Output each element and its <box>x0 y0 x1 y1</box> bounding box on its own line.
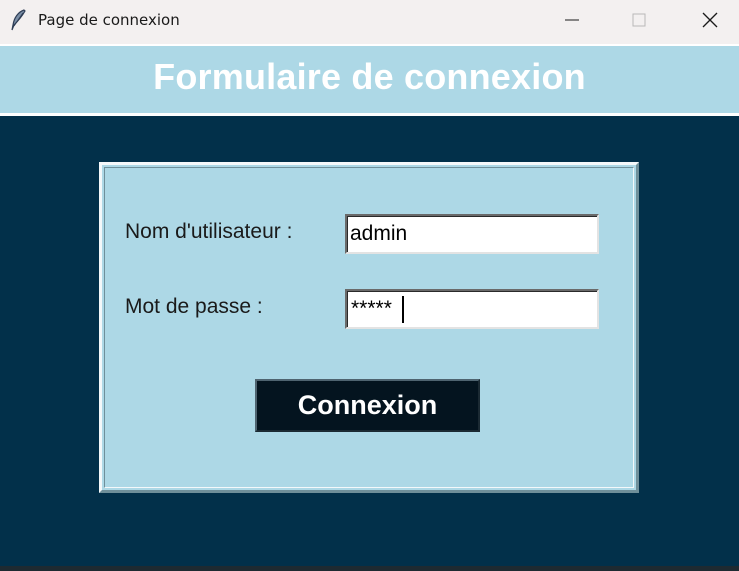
text-cursor <box>402 296 404 323</box>
minimize-icon <box>565 13 579 27</box>
window-bottom-edge <box>0 566 739 571</box>
feather-icon <box>8 8 30 32</box>
password-input[interactable] <box>345 289 599 329</box>
maximize-icon <box>632 13 646 27</box>
login-button[interactable]: Connexion <box>255 379 480 432</box>
close-button[interactable] <box>685 0 735 40</box>
username-label: Nom d'utilisateur : <box>125 220 293 243</box>
minimize-button[interactable] <box>547 0 597 40</box>
title-bar[interactable]: Page de connexion <box>0 0 739 44</box>
password-label: Mot de passe : <box>125 295 263 318</box>
page-title: Formulaire de connexion <box>153 55 586 97</box>
window-title: Page de connexion <box>38 11 180 29</box>
maximize-button[interactable] <box>614 0 664 40</box>
username-input[interactable] <box>345 214 599 254</box>
header-banner: Formulaire de connexion <box>0 44 739 116</box>
close-icon <box>702 12 718 28</box>
app-window: Page de connexion Formulaire de connexio… <box>0 0 739 571</box>
